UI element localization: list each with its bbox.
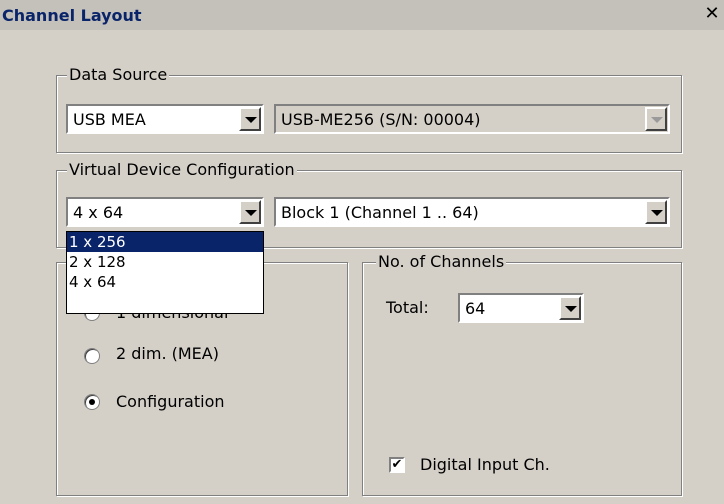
dropdown-option[interactable]: 4 x 64 xyxy=(67,272,263,292)
chevron-down-icon xyxy=(645,107,667,131)
chevron-down-icon[interactable] xyxy=(645,200,667,224)
config-select[interactable]: 4 x 64 xyxy=(66,197,264,227)
chevron-down-icon[interactable] xyxy=(239,107,261,131)
block-select[interactable]: Block 1 (Channel 1 .. 64) xyxy=(274,197,670,227)
data-source-value: USB MEA xyxy=(73,110,146,129)
digital-input-checkbox[interactable]: ✔ xyxy=(389,457,405,473)
radio-2dim-label: 2 dim. (MEA) xyxy=(116,344,219,363)
data-source-select[interactable]: USB MEA xyxy=(66,104,264,134)
chevron-down-icon[interactable] xyxy=(239,200,261,224)
title-bar: Channel Layout ✕ xyxy=(0,0,724,30)
data-source-legend: Data Source xyxy=(67,65,170,84)
block-value: Block 1 (Channel 1 .. 64) xyxy=(281,203,479,222)
close-icon[interactable]: ✕ xyxy=(702,4,722,24)
radio-configuration[interactable] xyxy=(84,394,100,410)
radio-selected-dot xyxy=(89,399,95,405)
dropdown-option[interactable]: 2 x 128 xyxy=(67,252,263,272)
dropdown-option[interactable]: 1 x 256 xyxy=(67,232,263,252)
device-value: USB-ME256 (S/N: 00004) xyxy=(281,110,481,129)
radio-2dim[interactable] xyxy=(84,348,100,364)
config-dropdown-list: 1 x 256 2 x 128 4 x 64 xyxy=(66,231,264,314)
total-channels-select[interactable]: 64 xyxy=(458,293,584,323)
config-value: 4 x 64 xyxy=(73,203,124,222)
channels-legend: No. of Channels xyxy=(376,252,507,271)
total-channels-value: 64 xyxy=(465,299,486,318)
total-label: Total: xyxy=(386,298,429,317)
digital-input-label: Digital Input Ch. xyxy=(420,455,550,474)
device-select: USB-ME256 (S/N: 00004) xyxy=(274,104,670,134)
virtual-device-legend: Virtual Device Configuration xyxy=(67,160,297,179)
chevron-down-icon[interactable] xyxy=(559,296,581,320)
radio-configuration-label: Configuration xyxy=(116,392,225,411)
window-title: Channel Layout xyxy=(2,6,142,25)
